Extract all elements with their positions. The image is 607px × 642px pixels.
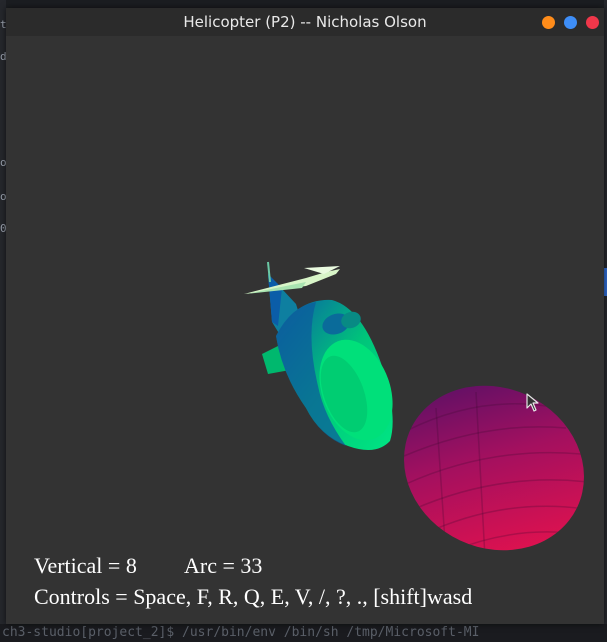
- close-button[interactable]: [586, 16, 599, 29]
- window-titlebar[interactable]: Helicopter (P2) -- Nicholas Olson: [6, 8, 604, 36]
- hud-status-line: Vertical = 8 Arc = 33: [34, 553, 262, 579]
- vertical-readout: Vertical = 8: [34, 553, 137, 578]
- desktop: t d o o 0 ch3-studio[project_2]$ /usr/bi…: [0, 0, 607, 642]
- maximize-button[interactable]: [564, 16, 577, 29]
- 3d-viewport[interactable]: Vertical = 8 Arc = 33 Controls = Space, F…: [6, 36, 604, 624]
- minimize-button[interactable]: [542, 16, 555, 29]
- background-terminal-prompt: ch3-studio[project_2]$ /usr/bin/env /bin…: [0, 624, 607, 642]
- window-title: Helicopter (P2) -- Nicholas Olson: [183, 13, 427, 31]
- scene-canvas: [244, 261, 593, 577]
- helicopter-object: [244, 261, 393, 450]
- mouse-cursor-icon: [526, 393, 539, 412]
- helicopter-window[interactable]: Helicopter (P2) -- Nicholas Olson Vertic…: [6, 8, 604, 624]
- controls-help: Controls = Space, F, R, Q, E, V, /, ?, .…: [34, 584, 473, 609]
- sphere-object: [403, 385, 593, 577]
- arc-readout: Arc = 33: [184, 553, 263, 578]
